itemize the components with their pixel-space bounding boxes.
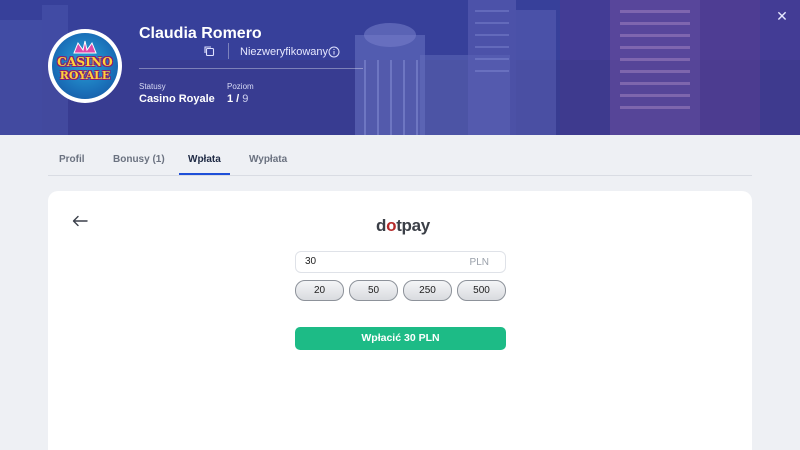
tab-wplata[interactable]: Wpłata: [188, 154, 221, 165]
tab-bonusy[interactable]: Bonusy (1): [113, 154, 165, 165]
amount-field[interactable]: PLN: [295, 251, 506, 273]
preset-amount-50[interactable]: 50: [349, 280, 398, 301]
copy-icon[interactable]: [203, 45, 215, 57]
deposit-card: dotpay PLN 20 50 250 500 Wpłacić 30 PLN: [48, 191, 752, 450]
back-arrow-icon[interactable]: [72, 215, 88, 227]
logo-line-1: CASINO: [57, 55, 113, 69]
deposit-button[interactable]: Wpłacić 30 PLN: [295, 327, 506, 350]
brand-part-2: tpay: [396, 216, 430, 235]
preset-amount-500[interactable]: 500: [457, 280, 506, 301]
dotpay-logo: dotpay: [376, 216, 430, 236]
brand-dot: o: [386, 216, 397, 235]
level-value: 1 / 9: [227, 93, 248, 105]
level-label: Poziom: [227, 82, 254, 91]
tab-wyplata[interactable]: Wypłata: [249, 154, 287, 165]
profile-header: ✕ CASINO ROYALE Claudia Romero Niezweryf…: [0, 0, 800, 135]
profile-tabs: Profil Bonusy (1) Wpłata Wypłata: [48, 148, 752, 176]
info-icon[interactable]: [328, 46, 340, 58]
logo-line-2: ROYALE: [59, 69, 111, 82]
active-tab-indicator: [179, 173, 230, 175]
status-label: Statusy: [139, 82, 166, 91]
casino-logo: CASINO ROYALE: [48, 29, 122, 103]
header-rule: [139, 68, 363, 69]
header-divider: [228, 43, 229, 59]
brand-part-1: d: [376, 216, 387, 235]
tab-profil[interactable]: Profil: [59, 154, 85, 165]
preset-amount-20[interactable]: 20: [295, 280, 344, 301]
level-separator: /: [233, 93, 243, 105]
preset-amount-250[interactable]: 250: [403, 280, 452, 301]
close-icon[interactable]: ✕: [774, 8, 790, 24]
level-total: 9: [242, 93, 249, 105]
status-value: Casino Royale: [139, 93, 215, 105]
user-name: Claudia Romero: [139, 25, 262, 42]
currency-label: PLN: [469, 257, 489, 268]
verification-status: Niezweryfikowany: [240, 46, 329, 58]
amount-input[interactable]: [305, 256, 455, 267]
